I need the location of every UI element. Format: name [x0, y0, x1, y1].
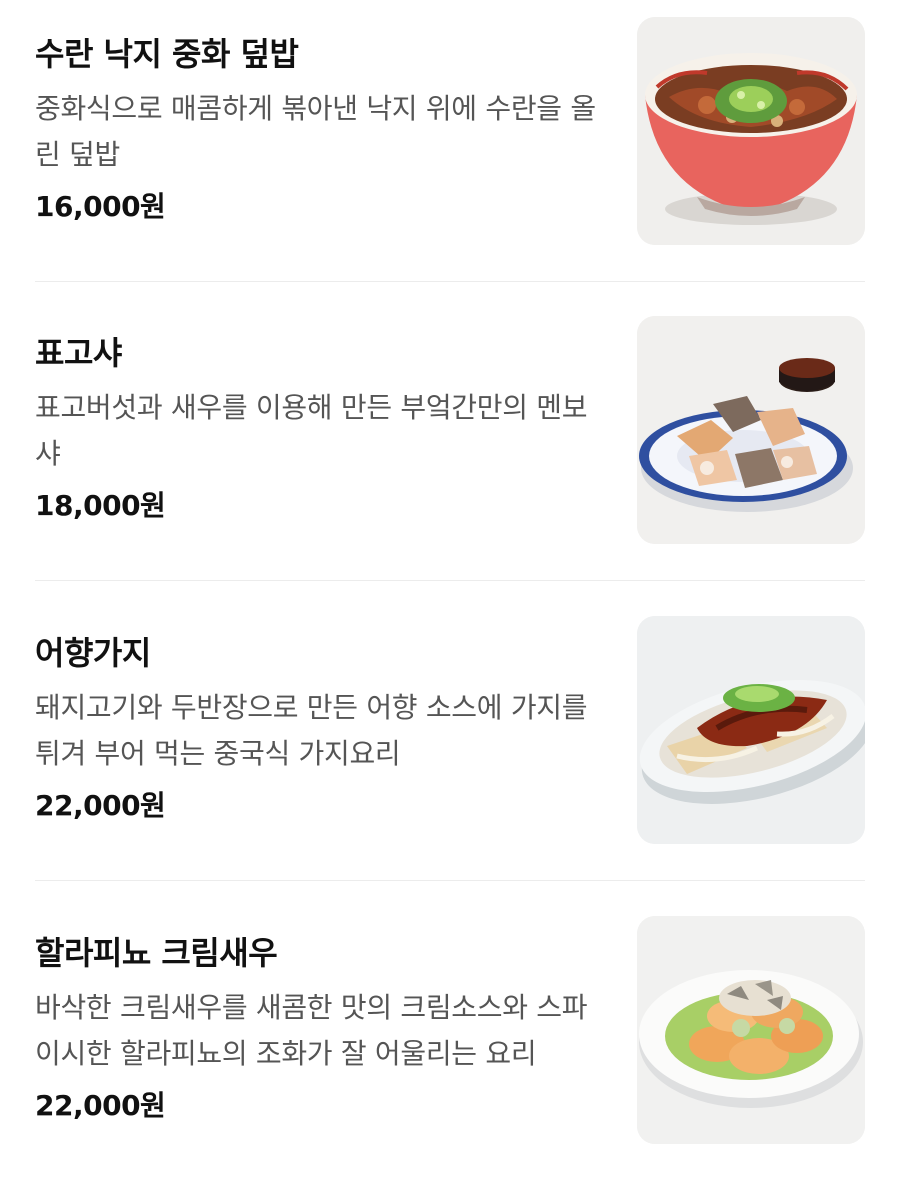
cream-shrimp-image: [637, 916, 865, 1144]
rice-bowl-image: [637, 17, 865, 245]
menu-item-description: 표고버섯과 새우를 이용해 만든 부엌간만의 멘보샤: [35, 391, 588, 470]
divider: [35, 580, 865, 581]
menu-item-name: 할라피뇨 크림새우: [35, 934, 278, 972]
menu-item-description: 돼지고기와 두반장으로 만든 어향 소스에 가지를 튀겨 부어 먹는 중국식 가…: [35, 691, 588, 770]
menu-item[interactable]: 할라피뇨 크림새우 바삭한 크림새우를 새콤한 맛의 크림소스와 스파이시한 할…: [0, 899, 900, 1199]
menu-item-price: 22,000원: [35, 789, 166, 822]
menu-item-price: 22,000원: [35, 1089, 166, 1122]
menu-item-name: 어향가지: [35, 634, 151, 672]
menu-item-description: 바삭한 크림새우를 새콤한 맛의 크림소스와 스파이시한 할라피뇨의 조화가 잘…: [35, 991, 588, 1070]
menu-item[interactable]: 어향가지 돼지고기와 두반장으로 만든 어향 소스에 가지를 튀겨 부어 먹는 …: [0, 599, 900, 899]
menu-item[interactable]: 표고샤 표고버섯과 새우를 이용해 만든 부엌간만의 멘보샤 18,000원: [0, 299, 900, 599]
menu-item-name: 표고샤: [35, 334, 122, 372]
divider: [35, 880, 865, 881]
menu-item-name: 수란 낙지 중화 덮밥: [35, 35, 299, 73]
shrimp-toast-image: [637, 316, 865, 544]
eggplant-dish-photo[interactable]: [637, 616, 865, 844]
menu-item-price: 18,000원: [35, 489, 166, 522]
menu-item-description: 중화식으로 매콤하게 볶아낸 낙지 위에 수란을 올린 덮밥: [35, 92, 596, 171]
cream-shrimp-photo[interactable]: [637, 916, 865, 1144]
divider: [35, 281, 865, 282]
eggplant-dish-image: [637, 616, 865, 844]
menu-item[interactable]: 수란 낙지 중화 덮밥 중화식으로 매콤하게 볶아낸 낙지 위에 수란을 올린 …: [0, 0, 900, 300]
rice-bowl-photo[interactable]: [637, 17, 865, 245]
menu-list: 수란 낙지 중화 덮밥 중화식으로 매콤하게 볶아낸 낙지 위에 수란을 올린 …: [0, 0, 900, 1159]
shrimp-toast-photo[interactable]: [637, 316, 865, 544]
menu-item-price: 16,000원: [35, 190, 166, 223]
